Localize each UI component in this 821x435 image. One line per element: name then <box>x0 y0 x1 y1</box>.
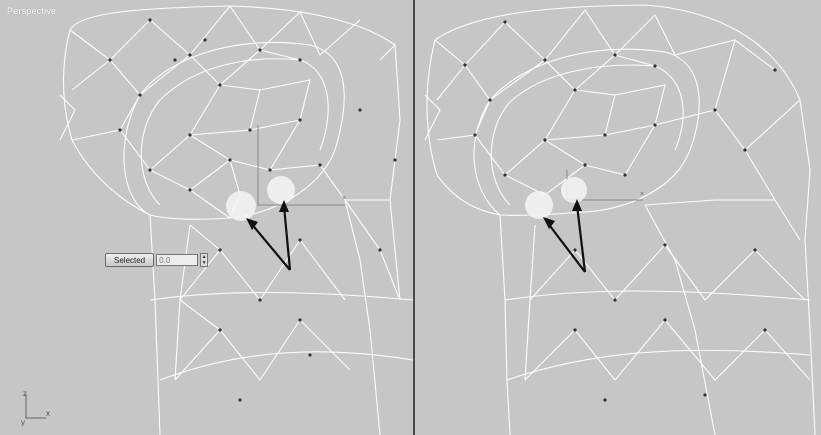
pointer-arrows <box>546 204 587 273</box>
soft-selection-spinner: Selected ▲ ▼ <box>105 252 209 268</box>
spinner-input[interactable] <box>156 254 199 266</box>
svg-text:×: × <box>640 191 644 198</box>
selected-vertex-highlight[interactable] <box>525 191 553 219</box>
spinner-down-icon[interactable]: ▼ <box>201 260 207 266</box>
selected-vertex-highlight[interactable] <box>561 177 587 203</box>
secondary-viewport[interactable]: × <box>415 0 821 435</box>
axis-z-label: z <box>23 390 27 398</box>
pointer-arrows <box>249 205 292 271</box>
spinner-arrows[interactable]: ▲ ▼ <box>200 253 209 267</box>
wireframe-mesh-right: × <box>424 4 816 435</box>
perspective-viewport[interactable]: Perspective × Selected 0.0 ▲ ▼ z y x <box>0 0 415 435</box>
svg-text:×: × <box>342 195 346 202</box>
axis-x-label: x <box>46 409 50 418</box>
selected-vertex-highlight[interactable] <box>267 176 295 204</box>
selected-button[interactable]: Selected <box>105 253 155 267</box>
selected-vertex-highlight[interactable] <box>226 191 256 221</box>
wireframe-mesh-left: × <box>59 5 413 435</box>
axis-triad-icon: z y x <box>21 390 50 426</box>
editor-app: Perspective × Selected 0.0 ▲ ▼ z y x × <box>0 0 821 435</box>
axis-y-label: y <box>21 418 25 426</box>
